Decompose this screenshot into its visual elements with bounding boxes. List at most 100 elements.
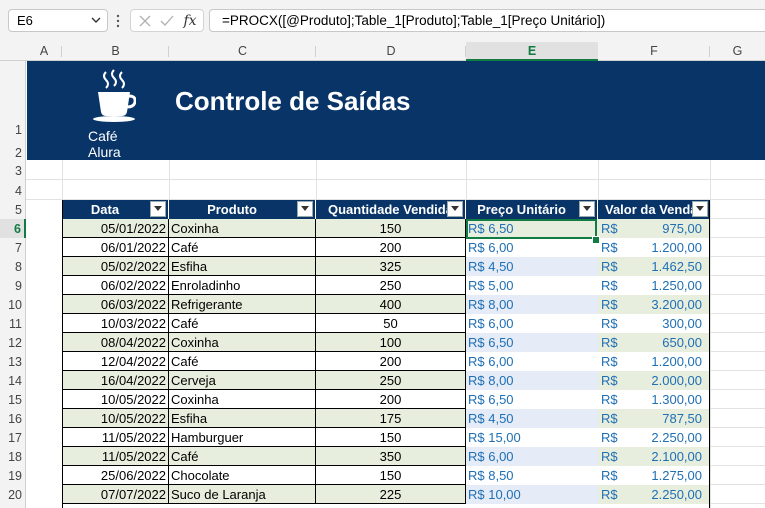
cell-product[interactable]: Esfiha — [169, 257, 316, 276]
cell-date[interactable]: 11/05/2022 — [62, 447, 169, 466]
cell-quantity[interactable]: 350 — [316, 447, 466, 466]
filter-dropdown-icon[interactable] — [579, 201, 595, 217]
cell-product[interactable]: Coxinha — [169, 390, 316, 409]
cell-total[interactable]: R$ 1.200,00 — [598, 352, 710, 371]
cell-total[interactable]: R$ 300,00 — [598, 314, 710, 333]
cell-price[interactable]: R$ 8,00 — [466, 371, 598, 390]
cell-quantity[interactable]: 200 — [316, 238, 466, 257]
cell-product[interactable]: Café — [169, 314, 316, 333]
filter-dropdown-icon[interactable] — [297, 201, 313, 217]
column-header-b[interactable]: B — [62, 42, 169, 61]
formula-input[interactable]: =PROCX([@Produto];Table_1[Produto];Table… — [209, 9, 765, 32]
cell-total[interactable]: R$ 1.250,00 — [598, 276, 710, 295]
cell-price[interactable]: R$ 6,00 — [466, 352, 598, 371]
insert-function-icon[interactable]: fx — [180, 12, 200, 29]
cell-date[interactable]: 12/04/2022 — [62, 352, 169, 371]
row-header-6[interactable]: 6 — [0, 219, 26, 238]
cell-price[interactable]: R$ 4,50 — [466, 409, 598, 428]
row-header-16[interactable]: 16 — [0, 409, 26, 428]
row-header-12[interactable]: 12 — [0, 333, 26, 352]
cell-price[interactable]: R$ 6,00 — [466, 447, 598, 466]
cell-product[interactable]: Coxinha — [169, 219, 316, 238]
filter-dropdown-icon[interactable] — [692, 201, 708, 217]
row-header-18[interactable]: 18 — [0, 447, 26, 466]
cancel-icon[interactable] — [135, 12, 155, 29]
cell-date[interactable]: 05/01/2022 — [62, 219, 169, 238]
cell-date[interactable]: 06/02/2022 — [62, 276, 169, 295]
cell-product[interactable]: Suco de Laranja — [169, 485, 316, 504]
cell-quantity[interactable]: 50 — [316, 314, 466, 333]
cell-price[interactable]: R$ 15,00 — [466, 428, 598, 447]
cell-product[interactable]: Café — [169, 238, 316, 257]
cell-total[interactable]: R$ 975,00 — [598, 219, 710, 238]
cell-quantity[interactable]: 100 — [316, 333, 466, 352]
row-header-3[interactable]: 3 — [0, 160, 26, 180]
cell-price[interactable]: R$ 8,00 — [466, 295, 598, 314]
cell-product[interactable]: Café — [169, 352, 316, 371]
row-header-9[interactable]: 9 — [0, 276, 26, 295]
cell-date[interactable]: 10/05/2022 — [62, 409, 169, 428]
cell-total[interactable]: R$ 787,50 — [598, 409, 710, 428]
cell-quantity[interactable]: 250 — [316, 371, 466, 390]
filter-dropdown-icon[interactable] — [150, 201, 166, 217]
cell-date[interactable]: 05/02/2022 — [62, 257, 169, 276]
cell-date[interactable]: 16/04/2022 — [62, 371, 169, 390]
cell-product[interactable]: Esfiha — [169, 409, 316, 428]
cell-date[interactable]: 06/03/2022 — [62, 295, 169, 314]
cell-price[interactable]: R$ 6,00 — [466, 238, 598, 257]
column-header-d[interactable]: D — [316, 42, 466, 61]
cell-price[interactable]: R$ 6,50 — [466, 390, 598, 409]
cell-quantity[interactable]: 150 — [316, 428, 466, 447]
cell-date[interactable]: 10/05/2022 — [62, 390, 169, 409]
row-header-4[interactable]: 4 — [0, 180, 26, 200]
cell-date[interactable]: 11/05/2022 — [62, 428, 169, 447]
filter-dropdown-icon[interactable] — [447, 201, 463, 217]
cell-product[interactable]: Hamburguer — [169, 428, 316, 447]
row-header-17[interactable]: 17 — [0, 428, 26, 447]
cell-quantity[interactable]: 400 — [316, 295, 466, 314]
fill-handle[interactable] — [592, 236, 600, 244]
cell-total[interactable]: R$ 1.462,50 — [598, 257, 710, 276]
cell-total[interactable]: R$ 650,00 — [598, 333, 710, 352]
cell-date[interactable]: 25/06/2022 — [62, 466, 169, 485]
cell-date[interactable]: 07/07/2022 — [62, 485, 169, 504]
row-header-10[interactable]: 10 — [0, 295, 26, 314]
cell-total[interactable]: R$ 2.000,00 — [598, 371, 710, 390]
cell-quantity[interactable]: 225 — [316, 485, 466, 504]
cell-price[interactable]: R$ 5,00 — [466, 276, 598, 295]
row-header-11[interactable]: 11 — [0, 314, 26, 333]
cell-product[interactable]: Café — [169, 447, 316, 466]
cell-price[interactable]: R$ 6,00 — [466, 314, 598, 333]
select-all-corner[interactable] — [0, 42, 26, 61]
cell-total[interactable]: R$ 1.275,00 — [598, 466, 710, 485]
cell-total[interactable]: R$ 3.200,00 — [598, 295, 710, 314]
cell-total[interactable]: R$ 1.200,00 — [598, 238, 710, 257]
column-header-e[interactable]: E — [466, 42, 598, 61]
cell-quantity[interactable]: 250 — [316, 276, 466, 295]
cell-product[interactable]: Coxinha — [169, 333, 316, 352]
cell-total[interactable]: R$ 2.250,00 — [598, 485, 710, 504]
row-header-1[interactable]: 1 — [0, 61, 26, 140]
enter-check-icon[interactable] — [157, 12, 177, 29]
cell-product[interactable]: Cerveja — [169, 371, 316, 390]
cell-date[interactable]: 10/03/2022 — [62, 314, 169, 333]
name-box[interactable]: E6 — [8, 9, 108, 32]
active-cell-selection[interactable] — [466, 219, 597, 239]
row-header-2[interactable]: 2 — [0, 140, 26, 160]
row-header-15[interactable]: 15 — [0, 390, 26, 409]
cell-price[interactable]: R$ 4,50 — [466, 257, 598, 276]
cell-price[interactable]: R$ 8,50 — [466, 466, 598, 485]
cell-total[interactable]: R$ 1.300,00 — [598, 390, 710, 409]
row-header-8[interactable]: 8 — [0, 257, 26, 276]
cell-total[interactable]: R$ 2.250,00 — [598, 428, 710, 447]
cell-total[interactable]: R$ 2.100,00 — [598, 447, 710, 466]
column-header-c[interactable]: C — [169, 42, 316, 61]
cell-quantity[interactable]: 325 — [316, 257, 466, 276]
cell-quantity[interactable]: 150 — [316, 219, 466, 238]
column-header-g[interactable]: G — [710, 42, 765, 61]
cell-date[interactable]: 06/01/2022 — [62, 238, 169, 257]
cell-quantity[interactable]: 150 — [316, 466, 466, 485]
row-header-20[interactable]: 20 — [0, 485, 26, 508]
cell-product[interactable]: Enroladinho — [169, 276, 316, 295]
cell-date[interactable]: 08/04/2022 — [62, 333, 169, 352]
